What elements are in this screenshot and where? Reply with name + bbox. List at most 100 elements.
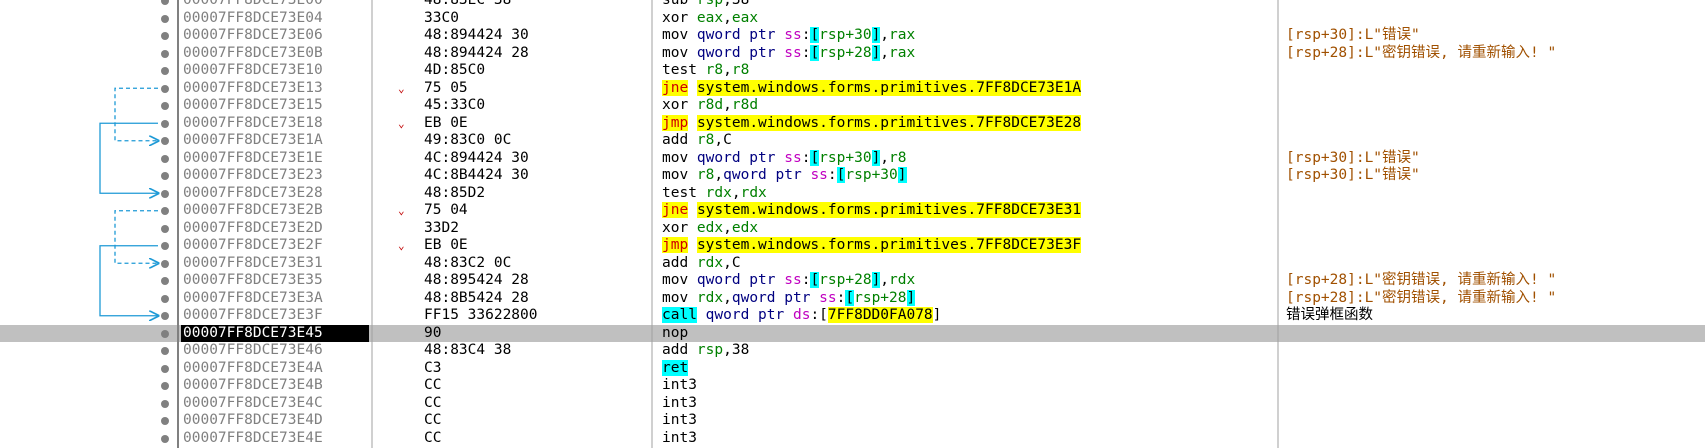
address-cell[interactable]: 00007FF8DCE73E4C	[181, 395, 369, 413]
instruction-row[interactable]: 00007FF8DCE73E2D 33D2 xor edx,edx	[0, 220, 1705, 238]
comment-cell[interactable]: [rsp+28]:L"密钥错误, 请重新输入! "	[1286, 45, 1556, 63]
breakpoint-dot-icon[interactable]	[161, 347, 169, 355]
comment-cell[interactable]: [rsp+30]:L"错误"	[1286, 27, 1420, 45]
breakpoint-dot-icon[interactable]	[161, 84, 169, 93]
address-cell[interactable]: 00007FF8DCE73E3F	[181, 307, 369, 325]
address-cell[interactable]: 00007FF8DCE73E13	[181, 80, 369, 98]
breakpoint-dot-icon[interactable]	[161, 434, 169, 443]
instruction-row[interactable]: 00007FF8DCE73E10 4D:85C0 test r8,r8	[0, 62, 1705, 80]
instruction-cell[interactable]: add r8,C	[662, 132, 732, 150]
comment-cell[interactable]: [rsp+28]:L"密钥错误, 请重新输入! "	[1286, 272, 1556, 290]
breakpoint-dot-icon[interactable]	[161, 67, 169, 75]
instruction-cell[interactable]: mov rdx,qword ptr ss:[rsp+28]	[662, 289, 916, 308]
instruction-row[interactable]: 00007FF8DCE73E4E CC int3	[0, 430, 1705, 448]
instruction-row[interactable]: 00007FF8DCE73E31 48:83C2 0C add rdx,C	[0, 255, 1705, 273]
address-cell[interactable]: 00007FF8DCE73E06	[181, 27, 369, 45]
instruction-cell[interactable]: xor eax,eax	[662, 10, 758, 28]
breakpoint-dot-icon[interactable]	[161, 154, 169, 163]
address-cell[interactable]: 00007FF8DCE73E45	[181, 324, 369, 342]
instruction-row[interactable]: 00007FF8DCE73E3A 48:8B5424 28 mov rdx,qwor…	[0, 289, 1705, 308]
address-cell[interactable]: 00007FF8DCE73E18	[181, 115, 369, 133]
instruction-cell[interactable]: mov qword ptr ss:[rsp+30],r8	[662, 149, 907, 168]
instruction-cell[interactable]: ret	[662, 359, 689, 378]
address-cell[interactable]: 00007FF8DCE73E2D	[181, 220, 369, 238]
address-cell[interactable]: 00007FF8DCE73E31	[181, 255, 369, 273]
instruction-cell[interactable]: test r8,r8	[662, 62, 749, 80]
instruction-row[interactable]: 00007FF8DCE73E2B ⌄ 75 04 jne system.windows…	[0, 202, 1705, 220]
instruction-cell[interactable]: add rdx,C	[662, 255, 741, 273]
instruction-row[interactable]: 00007FF8DCE73E35 48:895424 28 mov qword pt…	[0, 272, 1705, 290]
address-cell[interactable]: 00007FF8DCE73E4D	[181, 412, 369, 430]
breakpoint-dot-icon[interactable]	[161, 259, 169, 268]
address-cell[interactable]: 00007FF8DCE73E3A	[181, 290, 369, 308]
comment-cell[interactable]: [rsp+30]:L"错误"	[1286, 150, 1420, 168]
address-cell[interactable]: 00007FF8DCE73E28	[181, 185, 369, 203]
instruction-row[interactable]: 00007FF8DCE73E28 48:85D2 test rdx,rdx	[0, 185, 1705, 203]
address-cell[interactable]: 00007FF8DCE73E15	[181, 97, 369, 115]
instruction-row[interactable]: 00007FF8DCE73E1A 49:83C0 0C add r8,C	[0, 132, 1705, 150]
address-cell[interactable]: 00007FF8DCE73E23	[181, 167, 369, 185]
breakpoint-dot-icon[interactable]	[161, 32, 169, 40]
address-cell[interactable]: 00007FF8DCE73E04	[181, 10, 369, 28]
comment-cell[interactable]: [rsp+30]:L"错误"	[1286, 167, 1420, 185]
instruction-cell[interactable]: jne system.windows.forms.primitives.7FF8…	[662, 79, 1082, 98]
instruction-cell[interactable]: nop	[662, 325, 688, 343]
instruction-cell[interactable]: jmp system.windows.forms.primitives.7FF8…	[662, 237, 1082, 255]
instruction-cell[interactable]: mov r8,qword ptr ss:[rsp+30]	[662, 167, 907, 185]
instruction-row[interactable]: 00007FF8DCE73E18 ⌄ EB 0E jmp system.windows…	[0, 114, 1705, 133]
breakpoint-dot-icon[interactable]	[161, 0, 169, 5]
comment-cell[interactable]: 错误弹框函数	[1286, 307, 1373, 325]
instruction-row[interactable]: 00007FF8DCE73E45 90 nop	[0, 324, 1705, 343]
instruction-cell[interactable]: int3	[662, 412, 697, 430]
instruction-cell[interactable]: sub rsp,38	[662, 0, 749, 10]
instruction-row[interactable]: 00007FF8DCE73E1E 4C:894424 30 mov qword pt…	[0, 149, 1705, 168]
instruction-row[interactable]: 00007FF8DCE73E23 4C:8B4424 30 mov r8,qword…	[0, 167, 1705, 185]
breakpoint-dot-icon[interactable]	[161, 172, 169, 180]
address-cell[interactable]: 00007FF8DCE73E2B	[181, 202, 369, 220]
instruction-cell[interactable]: int3	[662, 395, 697, 413]
breakpoint-dot-icon[interactable]	[161, 14, 169, 23]
instruction-row[interactable]: 00007FF8DCE73E46 48:83C4 38 add rsp,38	[0, 342, 1705, 360]
breakpoint-dot-icon[interactable]	[161, 189, 169, 198]
instruction-cell[interactable]: test rdx,rdx	[662, 185, 767, 203]
instruction-cell[interactable]: jmp system.windows.forms.primitives.7FF8…	[662, 114, 1082, 133]
instruction-cell[interactable]: xor edx,edx	[662, 220, 758, 238]
instruction-row[interactable]: 00007FF8DCE73E4A C3 ret	[0, 359, 1705, 378]
instruction-cell[interactable]: mov qword ptr ss:[rsp+28],rax	[662, 44, 915, 63]
address-cell[interactable]: 00007FF8DCE73E4B	[181, 377, 369, 395]
instruction-cell[interactable]: call qword ptr ds:[7FF8DD0FA078]	[662, 307, 941, 325]
instruction-row[interactable]: 00007FF8DCE73E15 45:33C0 xor r8d,r8d	[0, 97, 1705, 115]
breakpoint-dot-icon[interactable]	[161, 312, 169, 320]
breakpoint-dot-icon[interactable]	[161, 277, 169, 285]
instruction-row[interactable]: 00007FF8DCE73E2F ⌄ EB 0E jmp system.windows…	[0, 237, 1705, 255]
address-cell[interactable]: 00007FF8DCE73E4E	[181, 430, 369, 448]
instruction-cell[interactable]: jne system.windows.forms.primitives.7FF8…	[662, 202, 1082, 220]
address-cell[interactable]: 00007FF8DCE73E1E	[181, 150, 369, 168]
disassembly-view[interactable]: 00007FF8DCE73E00 48:83EC 38 sub rsp,38 0000…	[0, 0, 1705, 448]
instruction-row[interactable]: 00007FF8DCE73E06 48:894424 30 mov qword pt…	[0, 27, 1705, 45]
breakpoint-dot-icon[interactable]	[161, 49, 169, 58]
breakpoint-dot-icon[interactable]	[161, 329, 169, 338]
instruction-row[interactable]: 00007FF8DCE73E4D CC int3	[0, 412, 1705, 430]
instruction-cell[interactable]: int3	[662, 430, 697, 448]
breakpoint-dot-icon[interactable]	[161, 364, 169, 373]
instruction-row[interactable]: 00007FF8DCE73E4B CC int3	[0, 377, 1705, 395]
breakpoint-dot-icon[interactable]	[161, 207, 169, 215]
breakpoint-dot-icon[interactable]	[161, 102, 169, 110]
address-cell[interactable]: 00007FF8DCE73E10	[181, 62, 369, 80]
address-cell[interactable]: 00007FF8DCE73E4A	[181, 360, 369, 378]
breakpoint-dot-icon[interactable]	[161, 242, 169, 250]
breakpoint-dot-icon[interactable]	[161, 137, 169, 145]
instruction-cell[interactable]: xor r8d,r8d	[662, 97, 758, 115]
address-cell[interactable]: 00007FF8DCE73E35	[181, 272, 369, 290]
instruction-row[interactable]: 00007FF8DCE73E00 48:83EC 38 sub rsp,38	[0, 0, 1705, 10]
instruction-row[interactable]: 00007FF8DCE73E3F FF15 33622800 call qword …	[0, 307, 1705, 325]
breakpoint-dot-icon[interactable]	[161, 224, 169, 233]
instruction-row[interactable]: 00007FF8DCE73E0B 48:894424 28 mov qword pt…	[0, 44, 1705, 63]
instruction-cell[interactable]: mov qword ptr ss:[rsp+30],rax	[662, 27, 915, 45]
instruction-cell[interactable]: int3	[662, 377, 697, 395]
address-cell[interactable]: 00007FF8DCE73E00	[181, 0, 369, 10]
breakpoint-dot-icon[interactable]	[161, 294, 169, 303]
breakpoint-dot-icon[interactable]	[161, 382, 169, 390]
comment-cell[interactable]: [rsp+28]:L"密钥错误, 请重新输入! "	[1286, 290, 1556, 308]
